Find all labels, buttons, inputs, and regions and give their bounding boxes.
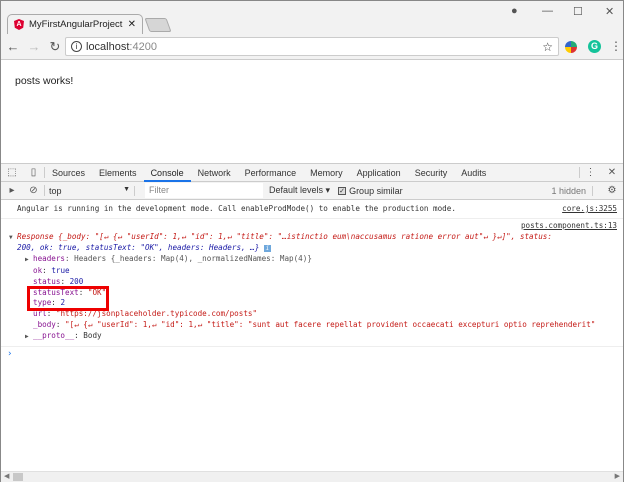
group-similar-label: Group similar — [349, 185, 403, 196]
summary-line1: Response {_body: "[↵ {↵ "userId": 1,↵ "i… — [17, 231, 552, 241]
prop-key: _body — [33, 319, 56, 329]
info-badge-icon: i — [263, 245, 271, 253]
grammarly-extension-icon[interactable]: G — [588, 40, 601, 53]
scroll-right-icon[interactable]: ▶ — [615, 472, 620, 480]
console-message-response: posts.component.ts:13 ▼ Response {_body: … — [1, 219, 623, 343]
source-link[interactable]: core.js:3255 — [562, 204, 617, 215]
tab-network[interactable]: Network — [191, 164, 238, 182]
highlight-box — [27, 285, 109, 311]
prop-value: "[↵ {↵ "userId": 1,↵ "id": 1,↵ "title": … — [65, 319, 596, 329]
forward-icon[interactable]: → — [25, 39, 43, 54]
dropdown-arrow-icon: ▼ — [123, 185, 130, 193]
console-toolbar: ▸ ⊘ top ▼ Filter Default levels ▾ ✓ Group… — [1, 182, 623, 200]
reload-icon[interactable]: ↻ — [46, 39, 64, 55]
browser-toolbar: ← → ↻ i localhost:4200 ☆ G ⋮ — [1, 34, 623, 60]
clear-console-icon[interactable]: ⊘ — [23, 185, 45, 196]
maximize-button[interactable]: ☐ — [573, 5, 583, 18]
source-link[interactable]: posts.component.ts:13 — [1, 221, 623, 232]
minimize-button[interactable]: — — [542, 5, 553, 17]
prop-key: ok — [33, 265, 43, 275]
context-select[interactable]: top ▼ — [45, 185, 135, 196]
close-tab-icon[interactable]: ✕ — [128, 19, 136, 30]
new-tab-button[interactable] — [144, 18, 172, 32]
prop-body: _body: "[↵ {↵ "userId": 1,↵ "id": 1,↵ "t… — [33, 319, 596, 329]
summary-line2: 200, ok: true, statusText: "OK", headers… — [1, 243, 623, 254]
address-bar[interactable]: i localhost:4200 ☆ — [65, 37, 559, 56]
prop-value: : Headers {_headers: Map(4), _normalized… — [65, 254, 312, 264]
sidebar-toggle-icon[interactable]: ▸ — [1, 185, 23, 196]
settings-gear-icon[interactable]: ⚙ — [601, 185, 623, 196]
tab-application[interactable]: Application — [350, 164, 408, 182]
url-host: localhost — [86, 40, 130, 53]
tab-console[interactable]: Console — [143, 164, 191, 182]
prop-value: true — [51, 265, 70, 275]
group-similar-checkbox[interactable]: ✓ — [338, 186, 347, 195]
tab-title: MyFirstAngularProject — [29, 19, 123, 30]
filter-input[interactable]: Filter — [145, 183, 263, 198]
extension-icon[interactable] — [565, 41, 577, 53]
prop-key: __proto__ — [33, 330, 75, 340]
context-value: top — [49, 185, 62, 196]
hidden-count: 1 hidden — [551, 185, 593, 196]
bookmark-star-icon[interactable]: ☆ — [542, 40, 553, 54]
expand-triangle-icon[interactable]: ▶ — [25, 332, 33, 343]
console-message: Angular is running in the development mo… — [1, 201, 623, 219]
info-icon[interactable]: i — [71, 41, 82, 52]
close-window-button[interactable]: ✕ — [605, 5, 614, 18]
tab-sources[interactable]: Sources — [45, 164, 92, 182]
back-icon[interactable]: ← — [4, 39, 22, 54]
levels-dropdown[interactable]: Default levels ▾ — [269, 185, 330, 196]
tab-performance[interactable]: Performance — [238, 164, 304, 182]
scrollbar-thumb[interactable] — [13, 473, 23, 481]
prop-proto[interactable]: ▶ __proto__: Body — [1, 331, 623, 343]
console-prompt[interactable]: › — [1, 345, 623, 360]
browser-menu-icon[interactable]: ⋮ — [610, 39, 622, 53]
profile-icon[interactable]: ● — [511, 5, 518, 17]
response-summary[interactable]: ▼ Response {_body: "[↵ {↵ "userId": 1,↵ "… — [1, 232, 623, 244]
prop-value: 200 — [69, 276, 84, 286]
tab-security[interactable]: Security — [408, 164, 455, 182]
page-content: posts works! — [15, 75, 74, 87]
horizontal-scrollbar[interactable]: ◀ ▶ — [1, 471, 623, 482]
close-devtools-icon[interactable]: ✕ — [601, 167, 623, 178]
devtools-tabbar: ⬚ ▯ Sources Elements Console Network Per… — [1, 163, 623, 182]
summary-text: 200, ok: true, statusText: "OK", headers… — [17, 243, 260, 253]
expand-triangle-icon[interactable]: ▶ — [25, 255, 33, 266]
device-toolbar-icon[interactable]: ▯ — [23, 167, 45, 178]
message-text: Angular is running in the development mo… — [17, 204, 456, 213]
angular-favicon-icon: A — [14, 19, 24, 30]
prop-headers[interactable]: ▶ headers: Headers {_headers: Map(4), _no… — [1, 254, 623, 266]
devtools-menu-icon[interactable]: ⋮ — [579, 167, 601, 178]
title-bar: A MyFirstAngularProject ✕ ● — ☐ ✕ — [1, 1, 623, 34]
expand-triangle-icon[interactable]: ▼ — [9, 233, 17, 244]
browser-tab[interactable]: A MyFirstAngularProject ✕ — [7, 14, 143, 34]
console-output: Angular is running in the development mo… — [1, 201, 623, 359]
tab-memory[interactable]: Memory — [303, 164, 350, 182]
prop-key: headers — [33, 254, 66, 264]
url-port: :4200 — [129, 40, 157, 53]
prop-ok: ok: true — [33, 265, 70, 275]
tab-audits[interactable]: Audits — [454, 164, 493, 182]
prop-value: : Body — [74, 330, 102, 340]
scroll-left-icon[interactable]: ◀ — [4, 472, 9, 480]
levels-label: Default levels — [269, 185, 324, 195]
prop-key: status — [33, 276, 61, 286]
tab-elements[interactable]: Elements — [92, 164, 144, 182]
inspect-element-icon[interactable]: ⬚ — [1, 167, 23, 178]
